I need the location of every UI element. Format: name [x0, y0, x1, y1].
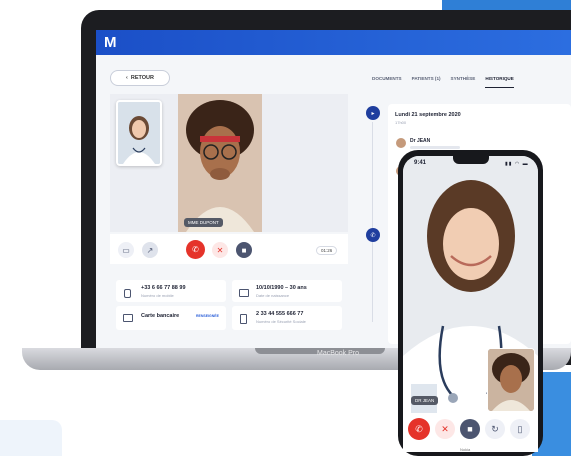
app-header-bar: M — [96, 30, 571, 55]
history-time: 17h00 — [395, 120, 407, 125]
phone-notch — [453, 156, 489, 164]
back-button[interactable]: ‹ RETOUR — [110, 70, 170, 86]
switch-camera-icon: ↻ — [491, 423, 499, 434]
phone-brand-label: Nokia — [460, 447, 471, 452]
timeline-line — [372, 122, 373, 322]
phone-value: +33 6 66 77 88 99 — [141, 285, 186, 291]
social-security-label: Numéro de Sécurité Sociale — [256, 319, 306, 324]
tab-documents[interactable]: DOCUMENTS — [372, 72, 402, 88]
social-security-info-card — [232, 306, 342, 330]
phone-status-icons: ▮▮ ◠ ▬ — [505, 161, 529, 167]
battery-icon: ▯ — [517, 423, 523, 434]
phone-mute-button[interactable]: ✕ — [435, 419, 455, 439]
app-logo: M — [104, 34, 117, 51]
back-button-label: RETOUR — [130, 75, 154, 81]
social-security-value: 2 33 44 555 666 77 — [256, 311, 304, 317]
self-video-thumbnail[interactable] — [116, 100, 162, 166]
history-line — [410, 146, 460, 149]
mic-off-icon: ✕ — [441, 423, 449, 434]
timeline-phone-dot: ✆ — [366, 228, 380, 242]
monitor-icon: ▭ — [122, 245, 130, 255]
remote-participant-tag: MME DUPONT — [184, 218, 223, 227]
id-card-icon — [240, 314, 247, 324]
doctor-avatar — [396, 138, 406, 148]
laptop-brand-label: MacBook Pro — [317, 350, 360, 357]
camera-button[interactable]: ■ — [236, 242, 252, 258]
share-icon: ↗ — [146, 245, 154, 255]
card-value: Carte bancaire — [141, 313, 180, 319]
phone-info-card — [116, 280, 226, 302]
chevron-left-icon: ‹ — [126, 75, 128, 81]
background-accent-bottom-left — [0, 420, 62, 456]
tab-bar: DOCUMENTS PATIENTS (1) SYNTHÈSE HISTORIQ… — [372, 72, 571, 88]
camera-icon: ■ — [467, 424, 473, 434]
phone-self-video[interactable] — [487, 348, 535, 412]
phone-hangup-icon: ✆ — [415, 423, 423, 434]
birthdate-value: 10/10/1990 – 30 ans — [256, 285, 307, 291]
phone-camera-button[interactable]: ■ — [460, 419, 480, 439]
history-date: Lundi 21 septembre 2020 — [395, 112, 461, 118]
card-icon — [123, 314, 133, 322]
hang-up-button[interactable]: ✆ — [186, 240, 205, 259]
phone-participant-tag: DR JEAN — [411, 396, 439, 405]
timeline-video-dot: ▸ — [366, 106, 380, 120]
camera-icon: ▸ — [371, 110, 375, 117]
phone-hang-up-button[interactable]: ✆ — [408, 418, 430, 440]
phone-status-time: 9:41 — [414, 160, 427, 166]
mic-off-icon: ✕ — [216, 245, 224, 255]
phone-switch-camera-button[interactable]: ↻ — [485, 419, 505, 439]
doctor-name: Dr JEAN — [410, 138, 431, 144]
phone-icon — [124, 289, 131, 298]
tab-synthese[interactable]: SYNTHÈSE — [451, 72, 476, 88]
remote-video — [178, 94, 262, 232]
calendar-icon — [239, 289, 249, 297]
birthdate-label: Date de naissance — [256, 293, 290, 298]
call-timer: 01:26 — [316, 246, 338, 255]
phone-label: Numéro de mobile — [141, 293, 174, 298]
share-button[interactable]: ↗ — [142, 242, 158, 258]
mute-button[interactable]: ✕ — [212, 242, 228, 258]
tab-patients[interactable]: PATIENTS (1) — [412, 72, 441, 88]
phone-hangup-icon: ✆ — [192, 245, 199, 254]
phone-battery-button[interactable]: ▯ — [510, 419, 530, 439]
card-status-link[interactable]: RENSEIGNÉE — [196, 314, 219, 318]
phone-icon: ✆ — [370, 232, 376, 239]
tab-historique[interactable]: HISTORIQUE — [485, 72, 514, 88]
camera-icon: ■ — [241, 245, 247, 255]
screen-share-button[interactable]: ▭ — [118, 242, 134, 258]
